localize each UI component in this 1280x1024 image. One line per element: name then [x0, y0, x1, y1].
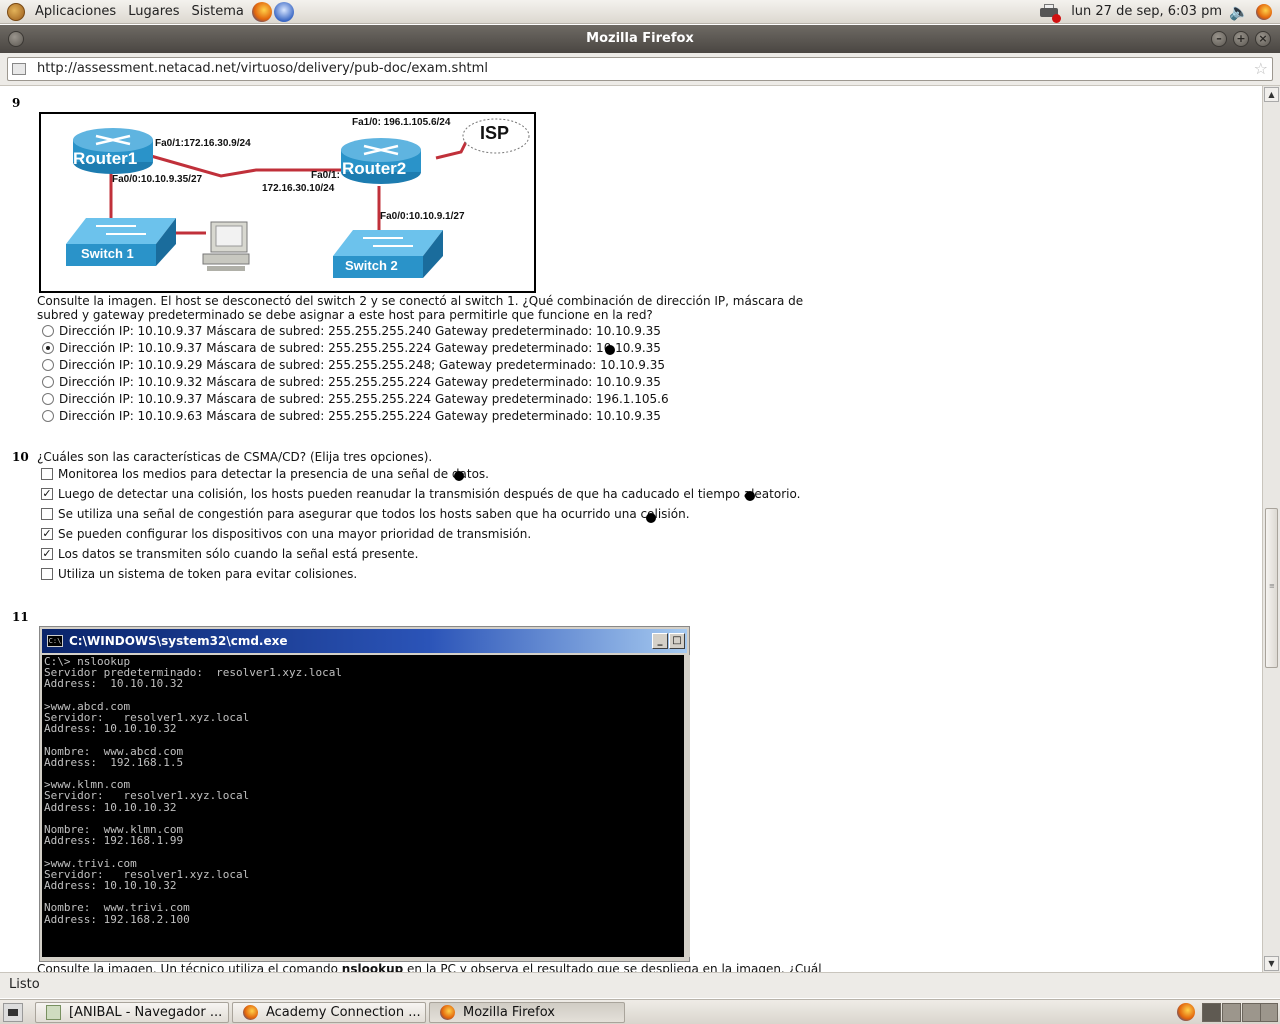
question-10-number: 10: [12, 450, 29, 464]
task-mozilla-firefox[interactable]: Mozilla Firefox: [429, 1002, 625, 1023]
cmd-icon: C:\: [47, 635, 63, 647]
r2-fa01-ip-label: 172.16.30.10/24: [262, 183, 335, 194]
question-9-number: 9: [12, 96, 21, 110]
menu-aplicaciones[interactable]: Aplicaciones: [29, 0, 122, 24]
r1-fa01-label: Fa0/1:172.16.30.9/24: [155, 138, 251, 149]
network-diagram-svg: [66, 118, 530, 278]
cmd-title: C:\WINDOWS\system32\cmd.exe: [69, 634, 288, 648]
maximize-button[interactable]: +: [1233, 31, 1249, 47]
answer-marker-dot: [745, 491, 755, 501]
firefox-tray-icon[interactable]: [1256, 3, 1272, 20]
firefox-icon: [440, 1005, 455, 1020]
minimize-button[interactable]: –: [1211, 31, 1227, 47]
bottom-taskbar: [ANIBAL - Navegador ... Academy Connecti…: [0, 999, 1280, 1024]
status-bar: Listo: [0, 972, 1280, 998]
q9-option-6[interactable]: Dirección IP: 10.10.9.63 Máscara de subr…: [42, 409, 661, 423]
q10-option-4[interactable]: ✓ Se pueden configurar los dispositivos c…: [41, 527, 531, 541]
cmd-scrollbar: [684, 655, 690, 957]
bookmark-star-icon[interactable]: ☆: [1254, 59, 1268, 79]
cmd-console: C:\> nslookup Servidor predeterminado: r…: [42, 655, 684, 957]
answer-marker-dot: [605, 345, 615, 355]
q10-option-3[interactable]: Se utiliza una señal de congestión para …: [41, 507, 690, 521]
cmd-output: C:\> nslookup Servidor predeterminado: r…: [44, 655, 343, 926]
radio-button[interactable]: [42, 410, 54, 422]
window-title: Mozilla Firefox: [586, 31, 694, 46]
cmd-titlebar: C:\ C:\WINDOWS\system32\cmd.exe _ □: [42, 629, 687, 653]
r2-fa10-label: Fa1/0: 196.1.105.6/24: [352, 117, 451, 128]
radio-button[interactable]: [42, 376, 54, 388]
answer-marker-dot: [454, 471, 464, 481]
workspace-1[interactable]: [1202, 1003, 1221, 1022]
isp-label: ISP: [480, 123, 510, 143]
menu-sistema[interactable]: Sistema: [186, 0, 250, 24]
file-browser-icon: [46, 1005, 61, 1020]
network-diagram: Router1 Router2 ISP Switch 1 Switch 2 Fa…: [39, 112, 536, 293]
show-desktop-icon[interactable]: [3, 1003, 23, 1022]
workspace-3[interactable]: [1242, 1003, 1261, 1022]
router1-label: Router1: [73, 149, 138, 168]
q10-option-5[interactable]: ✓ Los datos se transmiten sólo cuando la …: [41, 547, 418, 561]
checkbox-checked[interactable]: ✓: [41, 488, 53, 500]
scrollbar-thumb[interactable]: ≡: [1265, 508, 1278, 668]
volume-icon[interactable]: 🔈: [1228, 2, 1250, 21]
switch2-label: Switch 2: [345, 258, 398, 273]
task-academy-connection[interactable]: Academy Connection ...: [232, 1002, 426, 1023]
q9-option-4[interactable]: Dirección IP: 10.10.9.32 Máscara de subr…: [42, 375, 661, 389]
ubuntu-logo-icon[interactable]: [7, 2, 25, 21]
top-panel: Aplicaciones Lugares Sistema lun 27 de s…: [0, 0, 1280, 24]
q10-option-6[interactable]: Utiliza un sistema de token para evitar …: [41, 567, 357, 581]
router2-label: Router2: [342, 159, 407, 178]
checkbox-checked[interactable]: ✓: [41, 548, 53, 560]
checkbox[interactable]: [41, 508, 53, 520]
navigation-toolbar: http://assessment.netacad.net/virtuoso/d…: [0, 53, 1280, 86]
switch1-label: Switch 1: [81, 246, 134, 261]
q9-option-1[interactable]: Dirección IP: 10.10.9.37 Máscara de subr…: [42, 324, 661, 338]
q9-option-3[interactable]: Dirección IP: 10.10.9.29 Máscara de subr…: [42, 358, 665, 372]
window-titlebar[interactable]: Mozilla Firefox – + ×: [0, 25, 1280, 53]
question-11-number: 11: [12, 610, 29, 624]
mail-launcher-icon[interactable]: [273, 1, 294, 22]
workspace-2[interactable]: [1222, 1003, 1241, 1022]
pc-icon: [202, 221, 250, 271]
radio-button[interactable]: [42, 359, 54, 371]
url-bar[interactable]: http://assessment.netacad.net/virtuoso/d…: [7, 57, 1273, 81]
page-scrollbar[interactable]: ▲ ≡ ▼: [1262, 86, 1280, 972]
workspace-4[interactable]: [1260, 1003, 1278, 1022]
checkbox-checked[interactable]: ✓: [41, 528, 53, 540]
scroll-up-arrow-icon[interactable]: ▲: [1264, 87, 1279, 102]
q9-option-5[interactable]: Dirección IP: 10.10.9.37 Máscara de subr…: [42, 392, 669, 406]
site-identity-icon[interactable]: [12, 63, 26, 75]
q10-option-1[interactable]: Monitorea los medios para detectar la pr…: [41, 467, 489, 481]
checkbox[interactable]: [41, 568, 53, 580]
printer-error-icon[interactable]: [1039, 3, 1062, 23]
scroll-down-arrow-icon[interactable]: ▼: [1264, 956, 1279, 971]
firefox-icon: [243, 1005, 258, 1020]
q10-option-2[interactable]: ✓ Luego de detectar una colisión, los hos…: [41, 487, 800, 501]
r2-fa00-label: Fa0/0:10.10.9.1/27: [380, 211, 465, 222]
task-anibal-navegador[interactable]: [ANIBAL - Navegador ...: [35, 1002, 229, 1023]
close-button[interactable]: ×: [1255, 31, 1271, 47]
r1-fa00-label: Fa0/0:10.10.9.35/27: [112, 174, 203, 185]
question-11-text: Consulte la imagen. Un técnico utiliza e…: [37, 962, 822, 972]
answer-marker-dot: [646, 513, 656, 523]
cmd-window-image: C:\ C:\WINDOWS\system32\cmd.exe _ □ C:\>…: [39, 626, 690, 962]
cmd-minimize-icon: _: [652, 633, 668, 649]
menu-lugares[interactable]: Lugares: [122, 0, 185, 24]
q9-option-2[interactable]: Dirección IP: 10.10.9.37 Máscara de subr…: [42, 341, 661, 355]
page-content: 9 Router1 Router2 ISP Switch 1 Switch 2 …: [0, 86, 1262, 972]
firefox-launcher-icon[interactable]: [251, 1, 272, 22]
cmd-maximize-icon: □: [669, 633, 685, 649]
url-text[interactable]: http://assessment.netacad.net/virtuoso/d…: [37, 58, 488, 80]
question-10-text: ¿Cuáles son las características de CSMA/…: [37, 450, 433, 464]
status-text: Listo: [9, 977, 40, 992]
firefox-notification-icon[interactable]: [1177, 1003, 1195, 1021]
r2-fa01-label: Fa0/1:: [311, 170, 340, 181]
clock[interactable]: lun 27 de sep, 6:03 pm: [1065, 4, 1228, 19]
radio-button[interactable]: [42, 325, 54, 337]
radio-button[interactable]: [42, 393, 54, 405]
radio-button-selected[interactable]: [42, 342, 54, 354]
checkbox[interactable]: [41, 468, 53, 480]
question-9-text: Consulte la imagen. El host se desconect…: [37, 294, 804, 322]
panel-tray: lun 27 de sep, 6:03 pm 🔈: [1039, 0, 1280, 24]
